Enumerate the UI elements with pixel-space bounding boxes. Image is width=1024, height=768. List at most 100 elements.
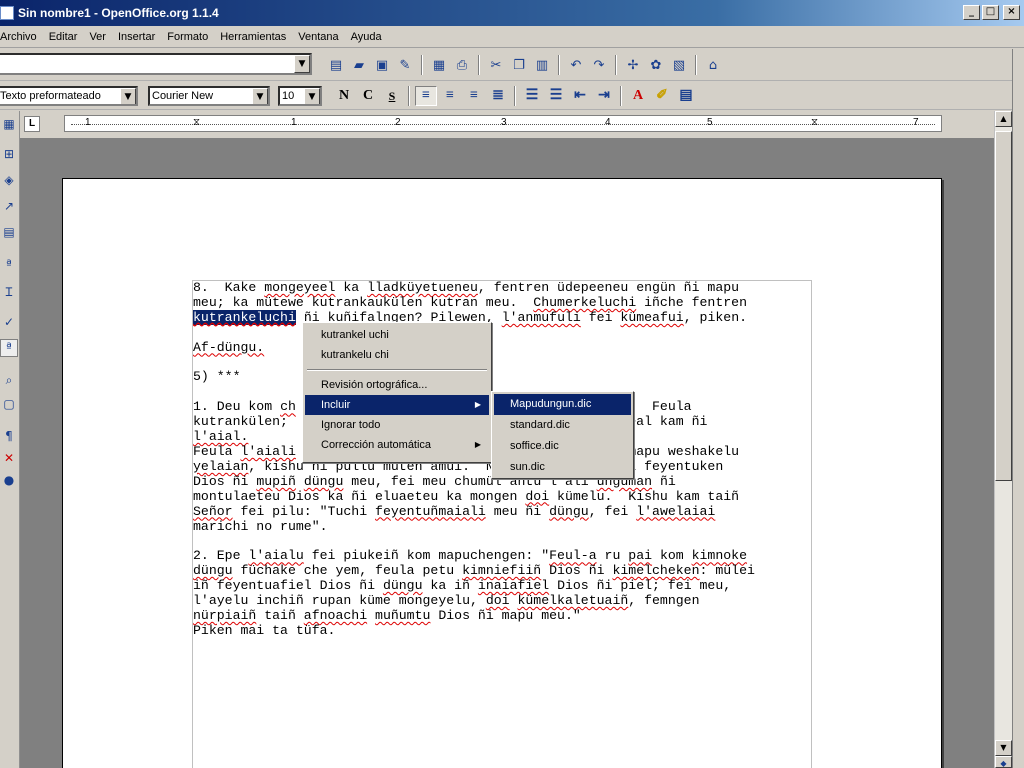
text-line[interactable]: 2. Epe l'aialu fei piukeiñ kom mapucheng…: [193, 548, 755, 564]
autocorrect-menu-item[interactable]: Corrección automática ▶: [305, 435, 489, 455]
bold-button[interactable]: N: [333, 86, 355, 106]
scroll-down-button[interactable]: ▼: [995, 740, 1012, 756]
dictionary-item-soffice[interactable]: soffice.dic: [494, 436, 631, 457]
autospellcheck-icon[interactable]: ª: [0, 339, 18, 357]
insert-table-icon[interactable]: ▦: [0, 117, 18, 135]
insert-fields-icon[interactable]: ⊞: [0, 147, 18, 165]
scroll-thumb[interactable]: [995, 131, 1012, 481]
export-pdf-icon[interactable]: ▦: [429, 55, 449, 75]
underline-button[interactable]: S: [381, 86, 403, 106]
open-icon[interactable]: ▰: [349, 55, 369, 75]
minimize-button[interactable]: _: [963, 5, 980, 20]
menu-ventana[interactable]: Ventana: [292, 31, 344, 43]
menu-editar[interactable]: Editar: [43, 31, 84, 43]
save-icon[interactable]: ▣: [372, 55, 392, 75]
dictionary-item-sun[interactable]: sun.dic: [494, 457, 631, 478]
text-line[interactable]: nürpiaiñ taiñ afnoachi muñumtu Dios ñi m…: [193, 608, 755, 624]
menu-herramientas[interactable]: Herramientas: [214, 31, 292, 43]
text-line[interactable]: [193, 534, 755, 549]
url-input[interactable]: ▼: [0, 53, 312, 75]
left-indent-marker[interactable]: ⧖: [193, 117, 200, 128]
font-size-select[interactable]: 10 ▼: [278, 86, 322, 106]
text-cursor-icon[interactable]: Ɪ: [0, 283, 18, 301]
draw-functions-icon[interactable]: ↗: [0, 199, 18, 217]
horizontal-ruler[interactable]: 1 ⧖ 1 2 3 4 5 ⧖ 7: [64, 115, 942, 132]
print-icon[interactable]: ⎙: [452, 55, 472, 75]
menu-archivo[interactable]: Archivo: [0, 31, 43, 43]
dictionary-item-mapudungun[interactable]: Mapudungun.dic: [494, 394, 631, 415]
decrease-indent-icon[interactable]: ⇤: [569, 86, 591, 106]
menu-ayuda[interactable]: Ayuda: [345, 31, 388, 43]
data-sources-icon[interactable]: ⌂: [703, 55, 723, 75]
spellcheck-icon[interactable]: ✓: [0, 315, 18, 333]
text-run: ka iñ: [422, 578, 478, 594]
spellcheck-menu-item[interactable]: Revisión ortográfica...: [305, 375, 489, 395]
edit-file-icon[interactable]: ▤: [326, 55, 346, 75]
stylist-icon[interactable]: ✿: [646, 55, 666, 75]
font-name-dropdown[interactable]: ▼: [252, 88, 268, 104]
vertical-scrollbar[interactable]: ▲ ▼ ◆: [994, 111, 1012, 768]
tab-stop-selector[interactable]: L: [24, 116, 40, 132]
font-name-select[interactable]: Courier New ▼: [148, 86, 270, 106]
align-left-icon[interactable]: ≡: [415, 86, 437, 106]
redo-icon[interactable]: ↷: [589, 55, 609, 75]
gallery-icon[interactable]: ▧: [669, 55, 689, 75]
right-indent-marker[interactable]: ⧖: [811, 117, 818, 128]
nonprinting-chars-icon[interactable]: ¶: [0, 429, 18, 447]
graphics-off-icon[interactable]: ✕: [0, 451, 18, 469]
paste-icon[interactable]: ▥: [532, 55, 552, 75]
app-icon[interactable]: [0, 6, 14, 20]
navigator-icon[interactable]: ✢: [623, 55, 643, 75]
text-line[interactable]: Piken mai ta tüfa.: [193, 623, 755, 639]
menu-insertar[interactable]: Insertar: [112, 31, 161, 43]
ignore-all-menu-item[interactable]: Ignorar todo: [305, 415, 489, 435]
cut-icon[interactable]: ✂: [486, 55, 506, 75]
text-run: marichi no rume".: [193, 518, 328, 534]
text-line[interactable]: iñ feyentuafiel Dios ñi düngu ka iñ inai…: [193, 578, 755, 594]
font-size-dropdown[interactable]: ▼: [304, 88, 320, 104]
text-run: , piken.: [683, 309, 748, 325]
text-line[interactable]: meu; ka mütewe kutrankaukülen kutran meu…: [193, 295, 755, 311]
suggestion-item[interactable]: kutrankelu chi: [305, 345, 489, 365]
suggestion-item[interactable]: kutrankel uchi: [305, 325, 489, 345]
close-button[interactable]: ×: [1003, 5, 1020, 20]
italic-button[interactable]: C: [357, 86, 379, 106]
align-right-icon[interactable]: ≡: [463, 86, 485, 106]
background-color-icon[interactable]: ▤: [675, 86, 697, 106]
maximize-button[interactable]: □: [982, 5, 999, 20]
align-center-icon[interactable]: ≡: [439, 86, 461, 106]
undo-icon[interactable]: ↶: [566, 55, 586, 75]
add-to-dictionary-menu-item[interactable]: Incluir ▶: [305, 395, 489, 415]
previous-page-button[interactable]: ◆: [995, 756, 1012, 768]
bullets-icon[interactable]: ☰: [545, 86, 567, 106]
find-replace-icon[interactable]: ⌕: [0, 373, 18, 391]
data-sources-side-icon[interactable]: ▢: [0, 397, 18, 415]
text-line[interactable]: marichi no rume".: [193, 518, 755, 535]
url-dropdown-button[interactable]: ▼: [294, 55, 310, 73]
menu-ver[interactable]: Ver: [83, 31, 112, 43]
text-line[interactable]: Dios ñi mupiñ düngu meu, fei meu chumül …: [193, 474, 755, 490]
window-controls: _ □ ×: [963, 5, 1020, 20]
text-line[interactable]: Señor fei pilu: "Tuchi feyentuñmaiali me…: [193, 504, 755, 520]
highlight-icon[interactable]: ✐: [651, 86, 673, 106]
numbering-icon[interactable]: ☰: [521, 86, 543, 106]
font-color-icon[interactable]: A: [627, 86, 649, 106]
text-line[interactable]: 8. Kake mongeyeel ka lladküyetueneu, fen…: [193, 280, 755, 296]
online-layout-icon[interactable]: ●: [0, 473, 18, 491]
copy-icon[interactable]: ❐: [509, 55, 529, 75]
form-functions-icon[interactable]: ▤: [0, 225, 18, 243]
justify-icon[interactable]: ≣: [487, 86, 509, 106]
dictionary-item-standard[interactable]: standard.dic: [494, 415, 631, 436]
text-line[interactable]: l'ayelu inchiñ rupan küme mongeyelu, doi…: [193, 593, 755, 609]
text-line[interactable]: düngu füchake che yem, feula petu kimnie…: [193, 563, 755, 579]
text-line[interactable]: montulaeteu Dios ka ñi eluaeteu ka monge…: [193, 489, 755, 505]
paragraph-style-dropdown[interactable]: ▼: [120, 88, 136, 104]
scroll-up-button[interactable]: ▲: [995, 111, 1012, 127]
menu-formato[interactable]: Formato: [161, 31, 214, 43]
paragraph-style-select[interactable]: Texto preformateado ▼: [0, 86, 138, 106]
edit-mode-icon[interactable]: ✎: [395, 55, 415, 75]
insert-object-icon[interactable]: ◈: [0, 173, 18, 191]
misspelled-word: Af-düngu.: [193, 339, 265, 355]
increase-indent-icon[interactable]: ⇥: [593, 86, 615, 106]
edit-autotext-icon[interactable]: ª: [0, 257, 18, 275]
